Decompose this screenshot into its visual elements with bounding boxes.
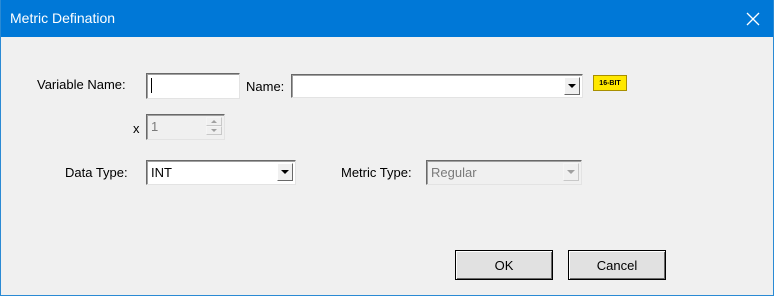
close-button[interactable] xyxy=(733,0,773,37)
cancel-button[interactable]: Cancel xyxy=(568,250,666,280)
chevron-down-icon xyxy=(567,170,575,174)
metric-type-label: Metric Type: xyxy=(341,165,412,180)
dialog-window: Metric Defination Variable Name: Name: 1… xyxy=(0,0,774,296)
bitness-badge: 16-BIT xyxy=(593,75,627,91)
name-dropdown[interactable] xyxy=(291,74,583,98)
ok-button[interactable]: OK xyxy=(455,250,553,280)
metric-type-dropdown-button[interactable] xyxy=(563,163,579,181)
variable-name-label: Variable Name: xyxy=(37,77,126,92)
spin-up-icon[interactable] xyxy=(206,117,222,126)
count-spinner-buttons[interactable] xyxy=(206,117,222,135)
count-spinner[interactable]: 1 xyxy=(146,114,225,140)
text-caret xyxy=(151,78,152,93)
title-bar[interactable]: Metric Defination xyxy=(1,0,773,37)
window-title: Metric Defination xyxy=(10,10,116,26)
spin-down-icon[interactable] xyxy=(206,126,222,135)
name-label: Name: xyxy=(246,79,285,94)
chevron-down-icon xyxy=(281,170,289,174)
data-type-dropdown[interactable]: INT xyxy=(146,160,296,185)
close-icon xyxy=(746,12,760,25)
metric-type-dropdown[interactable]: Regular xyxy=(426,160,582,185)
count-label: x xyxy=(133,121,140,136)
chevron-down-icon xyxy=(568,84,576,88)
data-type-dropdown-button[interactable] xyxy=(277,163,293,181)
data-type-label: Data Type: xyxy=(65,165,128,180)
name-dropdown-button[interactable] xyxy=(564,77,580,95)
variable-name-input[interactable] xyxy=(146,73,240,99)
